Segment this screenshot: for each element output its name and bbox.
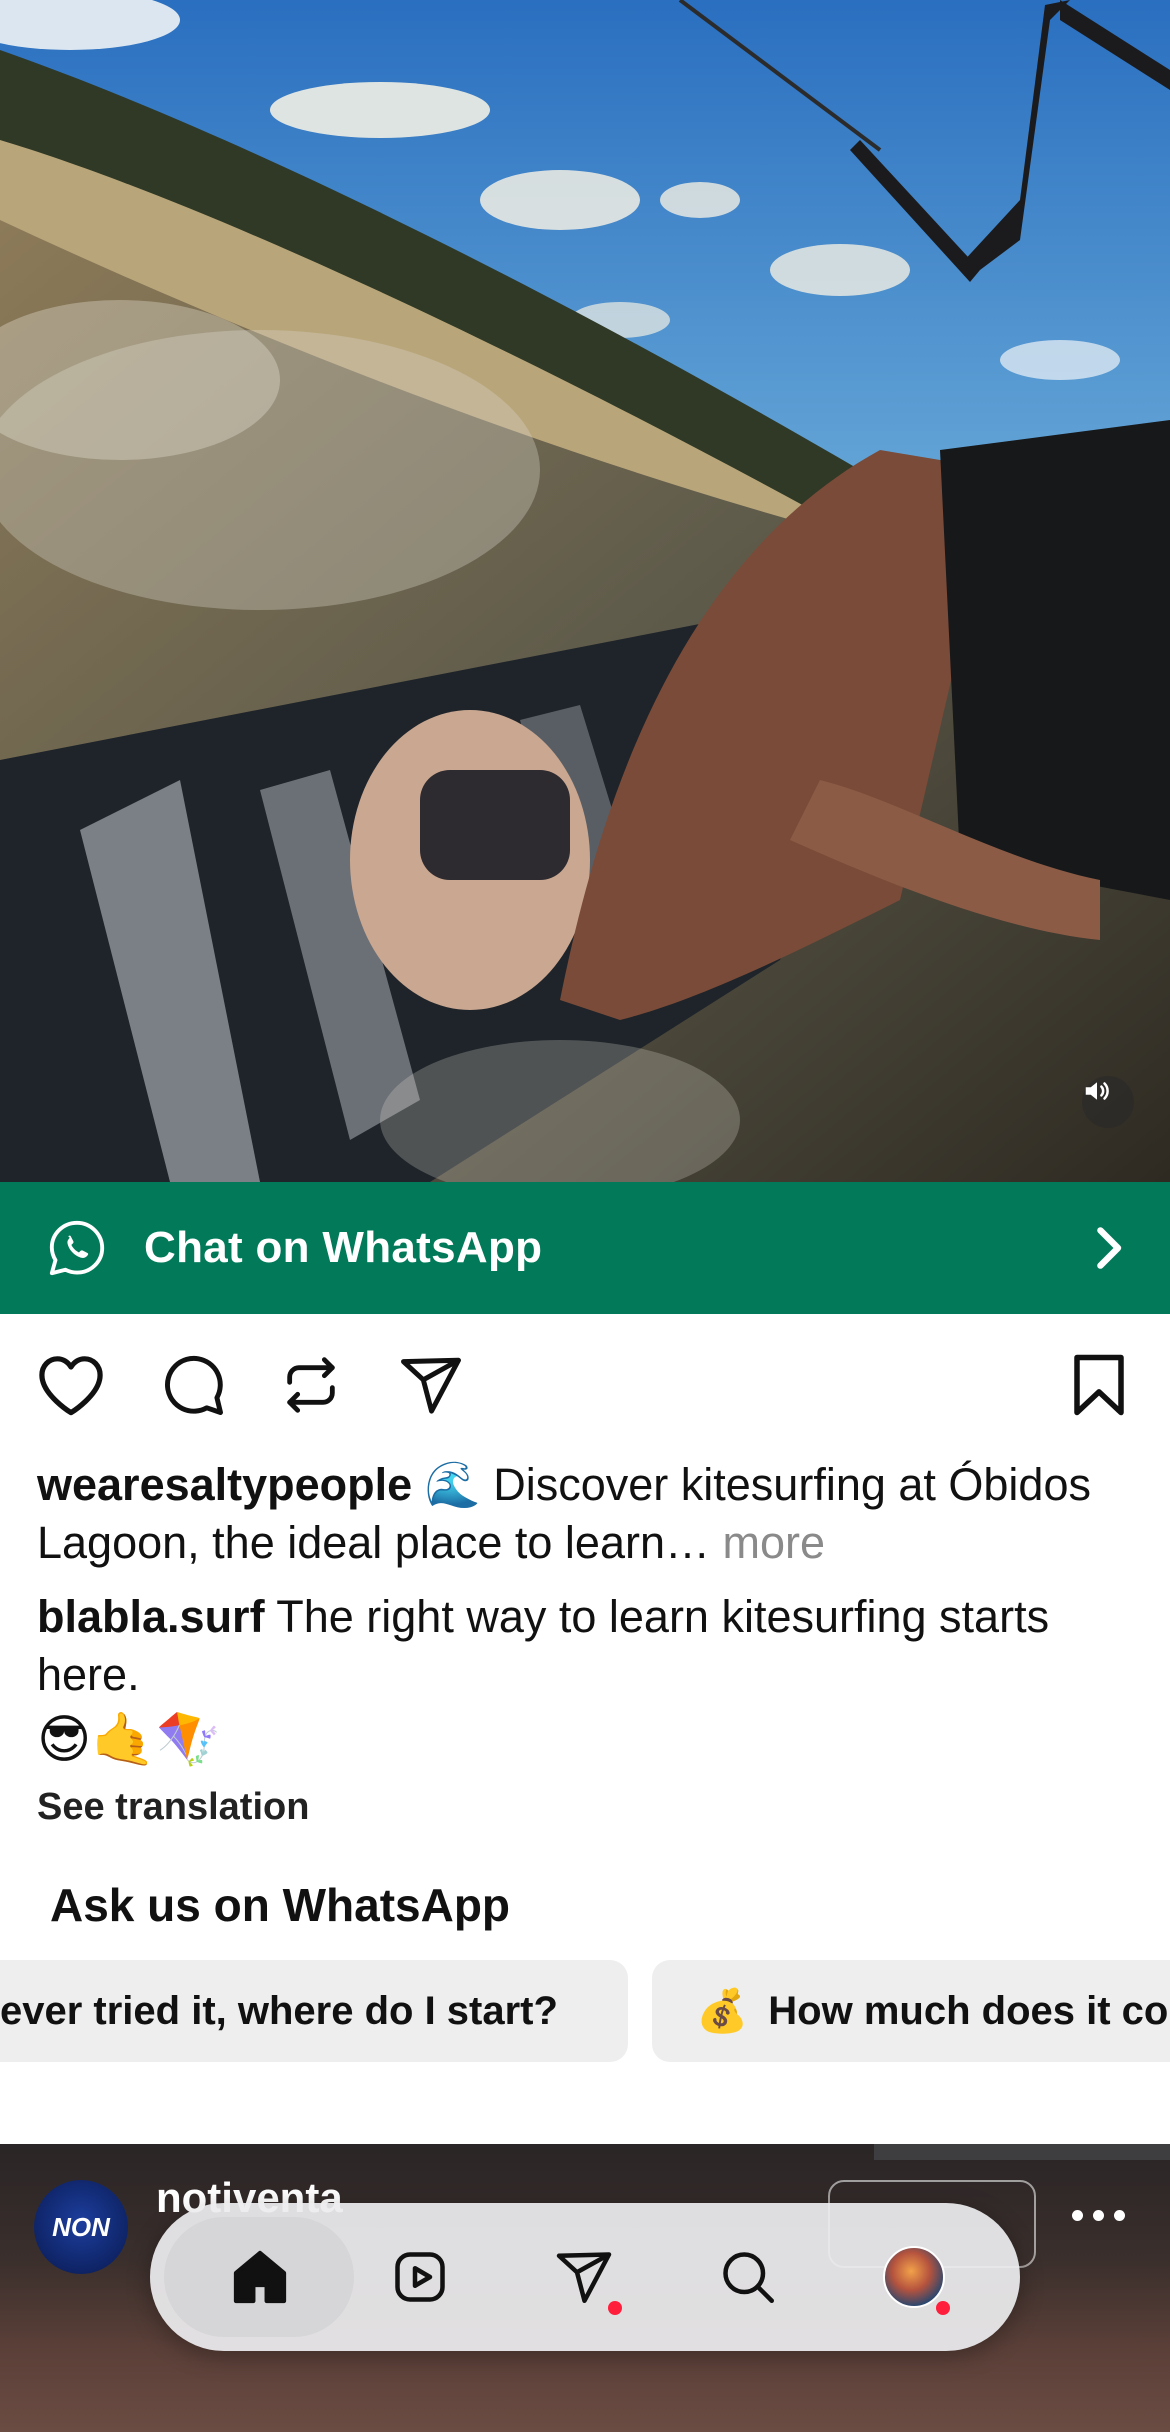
bookmark-icon <box>1074 1354 1124 1416</box>
question-chip[interactable]: 💰 How much does it co <box>652 1960 1170 2062</box>
repost-icon <box>287 1357 335 1413</box>
caption2-username[interactable]: blabla.surf <box>37 1591 265 1642</box>
video-watermark <box>874 2144 1170 2160</box>
like-button[interactable] <box>36 1350 106 1420</box>
home-icon[interactable] <box>220 2237 300 2317</box>
heart-icon <box>39 1356 103 1416</box>
profile-avatar <box>883 2246 945 2308</box>
see-translation-link[interactable]: See translation <box>37 1786 309 1829</box>
chip-label: ever tried it, where do I start? <box>0 1988 558 2033</box>
bottom-navigation <box>150 2203 1020 2351</box>
caption-username[interactable]: wearesaltypeople <box>37 1459 412 1510</box>
mute-button[interactable] <box>1082 1076 1134 1128</box>
reels-tab[interactable] <box>380 2237 460 2317</box>
secondary-caption: blabla.surf The right way to learn kites… <box>37 1588 1137 1704</box>
speaker-muted-icon <box>1085 1082 1109 1100</box>
chevron-right-icon <box>1097 1227 1122 1269</box>
share-button[interactable] <box>396 1350 466 1420</box>
notification-dot <box>608 2301 622 2315</box>
caption-emojis: 😎🤙🪁 <box>37 1711 221 1769</box>
chip-label: How much does it co <box>768 1988 1169 2033</box>
ask-whatsapp-title: Ask us on WhatsApp <box>50 1879 511 1931</box>
avatar[interactable]: NON <box>34 2180 128 2274</box>
money-bag-icon: 💰 <box>696 1986 749 2034</box>
post-video[interactable] <box>0 0 1170 1182</box>
caption-emoji: 🌊 <box>424 1459 481 1510</box>
more-options-icon[interactable] <box>1072 2200 1136 2230</box>
avatar-text: NON <box>52 2211 110 2242</box>
post-caption: wearesaltypeople 🌊 Discover kitesurfing … <box>37 1456 1137 1572</box>
search-tab[interactable] <box>708 2237 788 2317</box>
more-link[interactable]: more <box>710 1517 825 1568</box>
send-icon <box>556 2252 612 2303</box>
comment-icon <box>165 1355 223 1415</box>
post-actions <box>0 1340 1170 1430</box>
chat-on-whatsapp-button[interactable]: Chat on WhatsApp <box>0 1182 1170 1314</box>
save-button[interactable] <box>1064 1350 1134 1420</box>
notification-dot <box>936 2301 950 2315</box>
repost-button[interactable] <box>276 1350 346 1420</box>
cta-label: Chat on WhatsApp <box>144 1223 543 1272</box>
comment-button[interactable] <box>158 1350 228 1420</box>
question-chip[interactable]: ever tried it, where do I start? <box>0 1960 628 2062</box>
reels-icon <box>395 2252 445 2302</box>
whatsapp-icon <box>49 1220 105 1276</box>
send-icon <box>401 1357 461 1414</box>
search-icon <box>723 2252 774 2303</box>
video-frame <box>0 0 1170 1182</box>
